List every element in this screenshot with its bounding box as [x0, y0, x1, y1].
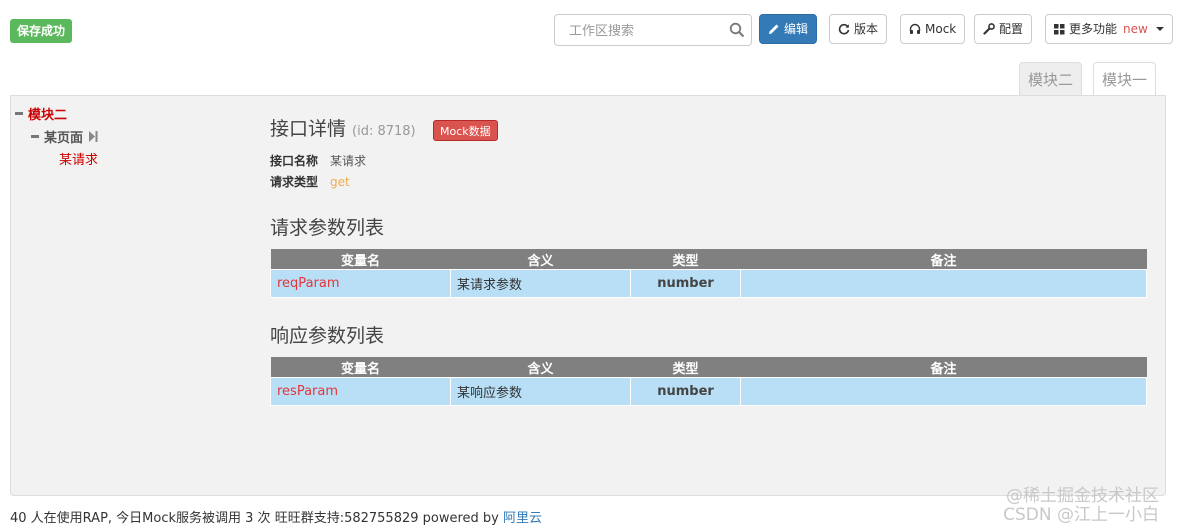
col-name: 变量名 — [270, 357, 451, 378]
col-type: 类型 — [630, 249, 741, 270]
headphones-icon — [909, 23, 921, 35]
api-name-value: 某请求 — [330, 154, 367, 168]
api-detail-title: 接口详情 (id: 8718) — [270, 118, 416, 140]
request-params-table: 变量名 含义 类型 备注 reqParam 某请求参数 number — [270, 249, 1147, 298]
edit-button[interactable]: 编辑 — [759, 14, 818, 44]
workspace-search[interactable] — [554, 14, 752, 47]
tab-module-2[interactable]: 模块二 — [1019, 62, 1083, 96]
param-type: number — [630, 269, 741, 298]
collapse-icon[interactable] — [31, 135, 39, 138]
api-name-row: 接口名称 某请求 — [270, 154, 367, 168]
response-params-title: 响应参数列表 — [270, 325, 385, 347]
save-success-badge: 保存成功 — [10, 19, 73, 43]
col-meaning: 含义 — [450, 357, 631, 378]
param-name: resParam — [270, 377, 451, 406]
param-meaning: 某响应参数 — [450, 377, 631, 406]
config-button[interactable]: 配置 — [974, 14, 1033, 44]
tree-request[interactable]: 某请求 — [59, 149, 98, 168]
chevron-down-icon — [1155, 27, 1164, 31]
response-params-table: 变量名 含义 类型 备注 resParam 某响应参数 number — [270, 357, 1147, 406]
param-meaning: 某请求参数 — [450, 269, 631, 298]
search-icon[interactable] — [729, 22, 745, 41]
workspace-panel: 模块二 某页面 某请求 接口详情 (id: 8718) Mock数据 接口名称 某请… — [10, 95, 1166, 496]
watermark: @稀土掘金技术社区 CSDN @江上一小白 — [1003, 486, 1159, 525]
request-type-value: get — [330, 175, 350, 189]
table-row: resParam 某响应参数 number — [270, 377, 1147, 406]
table-row: reqParam 某请求参数 number — [270, 269, 1147, 298]
request-params-title: 请求参数列表 — [270, 217, 385, 239]
request-type-row: 请求类型 get — [270, 175, 350, 189]
refresh-icon — [838, 23, 850, 35]
tree-page[interactable]: 某页面 — [31, 127, 98, 146]
collapse-icon[interactable] — [15, 112, 23, 115]
col-note: 备注 — [740, 249, 1147, 270]
col-type: 类型 — [630, 357, 741, 378]
col-meaning: 含义 — [450, 249, 631, 270]
pencil-icon — [768, 23, 780, 35]
mock-button[interactable]: Mock — [900, 14, 966, 44]
tab-module-1[interactable]: 模块一 — [1093, 62, 1157, 96]
grid-icon — [1054, 23, 1065, 35]
new-tag: new — [1123, 22, 1148, 36]
more-features-button[interactable]: 更多功能 new — [1045, 14, 1173, 44]
wrench-icon — [983, 23, 995, 35]
param-type: number — [630, 377, 741, 406]
tree-module[interactable]: 模块二 — [15, 104, 67, 123]
version-button[interactable]: 版本 — [829, 14, 888, 44]
api-id: (id: 8718) — [352, 124, 416, 139]
step-forward-icon[interactable] — [89, 131, 98, 142]
footer-status: 40 人在使用RAP, 今日Mock服务被调用 3 次 旺旺群支持:582755… — [10, 511, 543, 526]
mock-data-button[interactable]: Mock数据 — [433, 120, 498, 141]
param-name: reqParam — [270, 269, 451, 298]
col-name: 变量名 — [270, 249, 451, 270]
search-input[interactable] — [567, 15, 731, 47]
param-note — [740, 269, 1147, 298]
aliyun-link[interactable]: 阿里云 — [503, 511, 542, 526]
col-note: 备注 — [740, 357, 1147, 378]
param-note — [740, 377, 1147, 406]
